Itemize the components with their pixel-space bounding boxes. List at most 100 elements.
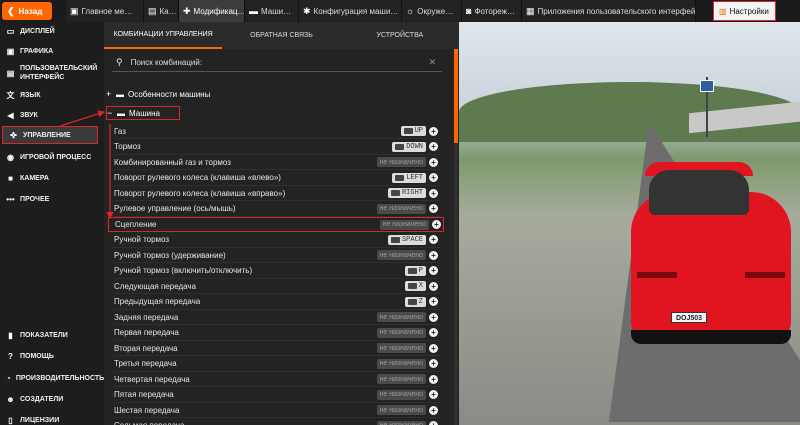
add-binding-button[interactable]: + <box>429 421 438 425</box>
tab-photo-mode[interactable]: ◙ Фотореж… <box>462 0 522 22</box>
sidebar-item-licenses[interactable]: ▯ Лицензии <box>0 411 104 425</box>
tab-feedback[interactable]: Обратная связь <box>222 22 340 49</box>
add-binding-button[interactable]: + <box>432 220 441 229</box>
back-button[interactable]: ❮ Назад <box>2 2 52 20</box>
sidebar-item-stats[interactable]: ▮ Показатели <box>0 326 104 344</box>
sidebar-item-performance[interactable]: ◔ Производительность <box>0 369 104 387</box>
keyboard-icon <box>390 190 400 196</box>
add-binding-button[interactable]: + <box>429 297 438 306</box>
tab-map[interactable]: ▤ Ка… <box>144 0 179 22</box>
tab-vehicles[interactable]: ▬ Маши… <box>245 0 299 22</box>
scrollbar[interactable] <box>454 49 458 425</box>
tab-label: Настройки <box>729 6 769 16</box>
add-binding-button[interactable]: + <box>429 126 438 136</box>
keybind-chip[interactable]: P <box>404 265 426 276</box>
add-binding-button[interactable]: + <box>429 390 438 399</box>
add-binding-button[interactable]: + <box>429 173 438 182</box>
sidebar-item-camera[interactable]: ■ Камера <box>0 169 104 187</box>
binding-row[interactable]: Предыдущая передача Z + <box>114 295 440 310</box>
binding-row[interactable]: Следующая передача X + <box>114 279 440 294</box>
binding-row[interactable]: Первая передача не назначено + <box>114 326 440 341</box>
binding-row[interactable]: Ручной тормоз (включить/отключить) P + <box>114 264 440 279</box>
add-binding-button[interactable]: + <box>429 250 438 260</box>
add-binding-button[interactable]: + <box>429 328 438 337</box>
tab-settings[interactable]: ▥ Настройки <box>713 1 776 21</box>
tab-vehicle-config[interactable]: ✱ Конфигурация маши… <box>299 0 402 22</box>
unassigned-chip[interactable]: не назначено <box>376 405 426 415</box>
keybind-chip[interactable]: DOWN <box>392 141 426 152</box>
unassigned-chip[interactable]: не назначено <box>376 358 426 369</box>
sidebar-item-gameplay[interactable]: ◉ Игровой процесс <box>0 148 104 166</box>
tab-bindings[interactable]: Комбинации управления <box>104 22 223 49</box>
sidebar-item-controls[interactable]: ✜ Управление <box>2 126 98 144</box>
add-binding-button[interactable]: + <box>429 142 438 151</box>
binding-row[interactable]: Седьмая передачане назначено+ <box>114 419 440 425</box>
binding-label: Ручной тормоз <box>114 235 170 244</box>
sidebar-item-other[interactable]: ••• Прочее <box>0 190 104 208</box>
binding-row[interactable]: Пятая передача не назначено + <box>114 388 440 403</box>
add-binding-button[interactable]: + <box>429 312 438 322</box>
unassigned-chip[interactable]: не назначено <box>376 374 426 384</box>
keybind-chip[interactable]: X <box>404 281 426 291</box>
sidebar-item-sound[interactable]: ◀ Звук <box>0 106 104 124</box>
clear-icon[interactable]: ✕ <box>429 57 437 68</box>
sidebar-item-display[interactable]: ▭ Дисплей <box>0 22 104 40</box>
add-binding-button[interactable]: + <box>429 359 438 368</box>
search-input[interactable] <box>130 58 421 67</box>
binding-label: Четвертая передача <box>114 374 190 384</box>
unassigned-chip[interactable]: не назначено <box>376 389 426 400</box>
keybind-chip[interactable]: LEFT <box>392 172 426 183</box>
unassigned-chip[interactable]: не назначено <box>376 420 426 425</box>
binding-label: Первая передача <box>114 328 179 337</box>
unassigned-chip[interactable]: не назначено <box>379 219 429 230</box>
tab-environment[interactable]: ☼ Окруже… <box>402 0 462 22</box>
keybind-chip[interactable]: UP <box>400 126 426 136</box>
binding-row[interactable]: Поворот рулевого колеса (клавиша «вправо… <box>114 186 440 201</box>
keybind-chip[interactable]: SPACE <box>387 234 426 245</box>
sidebar-item-help[interactable]: ? Помощь <box>0 347 104 365</box>
binding-row[interactable]: Задняя передача не назначено + <box>114 310 440 325</box>
binding-row[interactable]: Поворот рулевого колеса (клавиша «влево»… <box>114 171 440 186</box>
binding-row[interactable]: Ручной тормоз SPACE + <box>114 233 440 248</box>
add-binding-button[interactable]: + <box>429 374 438 384</box>
unassigned-chip[interactable]: не назначено <box>376 343 426 353</box>
tab-devices[interactable]: Устройства <box>341 22 459 49</box>
sidebar-item-graphics[interactable]: ▣ Графика <box>0 42 104 60</box>
binding-row[interactable]: Шестая передача не назначено + <box>114 403 440 418</box>
binding-row[interactable]: Вторая передача не назначено + <box>114 341 440 356</box>
binding-row[interactable]: Третья передача не назначено + <box>114 357 440 372</box>
binding-row[interactable]: Сцепление не назначено + <box>108 217 444 232</box>
binding-row[interactable]: Комбинированный газ и тормоз не назначено… <box>114 155 440 170</box>
tab-ui-apps[interactable]: ▦ Приложения пользовательского интерфейс… <box>522 0 696 22</box>
road-sign <box>700 80 714 92</box>
add-binding-button[interactable]: + <box>429 266 438 275</box>
unassigned-chip[interactable]: не назначено <box>376 203 426 214</box>
add-binding-button[interactable]: + <box>429 343 438 353</box>
add-binding-button[interactable]: + <box>429 157 438 167</box>
sidebar-item-language[interactable]: 文 Язык <box>0 86 104 104</box>
binding-row[interactable]: Рулевое управление (ось/мышь) не назначен… <box>114 202 440 217</box>
binding-label: Поворот рулевого колеса (клавиша «вправо… <box>114 188 286 198</box>
binding-row[interactable]: Четвертая передача не назначено + <box>114 372 440 387</box>
group-vehicle[interactable]: − ▬ Машина <box>106 106 180 120</box>
add-binding-button[interactable]: + <box>429 204 438 213</box>
keybind-chip[interactable]: RIGHT <box>387 188 426 198</box>
unassigned-chip[interactable]: не назначено <box>376 157 426 167</box>
unassigned-chip[interactable]: не назначено <box>376 312 426 322</box>
keybind-chip[interactable]: Z <box>404 296 426 307</box>
add-binding-button[interactable]: + <box>429 405 438 415</box>
tab-mods[interactable]: ✚ Модификац… <box>179 0 245 22</box>
group-vehicle-specific[interactable]: + ▬ Особенности машины <box>106 87 306 101</box>
scrollbar-thumb[interactable] <box>454 49 458 143</box>
binding-row[interactable]: Газ UP + <box>114 124 440 139</box>
tab-main-menu[interactable]: ▣ Главное ме… <box>66 0 144 22</box>
binding-row[interactable]: Ручной тормоз (удерживание) не назначено + <box>114 248 440 263</box>
sidebar-item-ui[interactable]: ▤ Пользовательский интерфейс <box>0 60 104 86</box>
unassigned-chip[interactable]: не назначено <box>376 327 426 338</box>
binding-row[interactable]: Тормоз DOWN + <box>114 140 440 155</box>
sidebar-item-credits[interactable]: ☻ Создатели <box>0 390 104 408</box>
add-binding-button[interactable]: + <box>429 235 438 244</box>
unassigned-chip[interactable]: не назначено <box>376 250 426 260</box>
add-binding-button[interactable]: + <box>429 188 438 198</box>
add-binding-button[interactable]: + <box>429 281 438 291</box>
